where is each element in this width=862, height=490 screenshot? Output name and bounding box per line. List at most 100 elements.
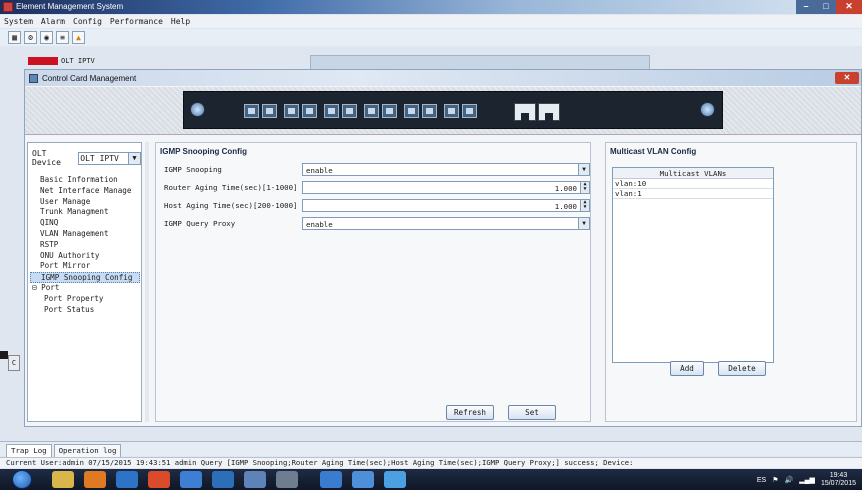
port-icon[interactable] — [382, 104, 397, 118]
volume-icon[interactable]: 🔊 — [785, 476, 794, 484]
nav-item[interactable]: Net Interface Manage — [30, 186, 140, 197]
delete-button[interactable]: Delete — [718, 361, 766, 376]
port-icon[interactable] — [342, 104, 357, 118]
nav-item-label: Port — [41, 282, 60, 292]
app-icon[interactable] — [352, 471, 374, 488]
app-icon[interactable] — [320, 471, 342, 488]
router-aging-row: Router Aging Time(sec)[1-1000] 1.000 ▲ ▼ — [162, 181, 590, 194]
device-combobox[interactable]: OLT IPTV ▼ — [78, 151, 141, 165]
file-explorer-icon[interactable] — [52, 471, 74, 488]
router-aging-label: Router Aging Time(sec)[1-1000] — [164, 183, 298, 192]
table-row[interactable]: vlan:1 — [613, 189, 773, 199]
chevron-down-icon[interactable]: ▼ — [128, 152, 140, 164]
nav-item[interactable]: User Manage — [30, 197, 140, 208]
port-icon[interactable] — [422, 104, 437, 118]
maximize-button[interactable]: □ — [816, 0, 836, 14]
nav-item[interactable]: ONU Authority — [30, 251, 140, 262]
collapse-icon[interactable]: ⊟ — [32, 283, 41, 292]
nav-item[interactable]: Basic Information — [30, 175, 140, 186]
app-icon[interactable] — [180, 471, 202, 488]
nav-item[interactable]: Port Property — [30, 294, 140, 305]
ethernet-port-icon[interactable] — [538, 103, 560, 121]
nav-group[interactable]: ⊟ Port — [30, 283, 140, 294]
port-icon[interactable] — [262, 104, 277, 118]
port-icon[interactable] — [284, 104, 299, 118]
multicast-vlans-column-header[interactable]: Multicast VLANs — [613, 168, 773, 179]
port-icon[interactable] — [324, 104, 339, 118]
igmp-query-proxy-value: enable — [306, 220, 333, 229]
igmp-snooping-select[interactable]: enable ▼ — [302, 163, 590, 176]
status-bar: Current User:admin 07/15/2015 19:43:51 a… — [0, 457, 862, 468]
language-indicator[interactable]: ES — [757, 477, 766, 484]
port-icon[interactable] — [364, 104, 379, 118]
menu-system[interactable]: System — [4, 15, 33, 28]
device-status-marker — [28, 57, 58, 65]
port-icon[interactable] — [244, 104, 259, 118]
system-tray: ES ⚑ 🔊 ▂▄▆ 19:43 15/07/2015 — [757, 472, 856, 488]
chevron-down-icon[interactable]: ▼ — [578, 164, 589, 175]
tree-icon[interactable]: ⚙ — [24, 31, 37, 44]
nav-item[interactable]: QINQ — [30, 218, 140, 229]
port-icon[interactable] — [302, 104, 317, 118]
nav-tree: Basic Information Net Interface Manage Use… — [30, 175, 140, 315]
app-icon[interactable] — [276, 471, 298, 488]
menu-help[interactable]: Help — [171, 15, 190, 28]
start-button[interactable] — [12, 470, 32, 489]
router-aging-spinner[interactable]: 1.000 ▲ ▼ — [302, 181, 590, 194]
router-aging-value: 1.000 — [554, 184, 577, 193]
app-icon[interactable] — [244, 471, 266, 488]
alarm-status-icon[interactable]: ◉ — [40, 31, 53, 44]
minimize-button[interactable]: – — [796, 0, 816, 14]
nav-item[interactable]: RSTP — [30, 240, 140, 251]
spinner-arrows-icon[interactable]: ▲ ▼ — [580, 200, 589, 211]
nav-item[interactable]: Trunk Managment — [30, 207, 140, 218]
network-icon[interactable]: ▂▄▆ — [799, 476, 815, 484]
window-title-bar: Element Management System – □ ✕ — [0, 0, 862, 14]
close-button[interactable]: ✕ — [836, 0, 862, 14]
collapse-marker-icon[interactable] — [0, 351, 8, 359]
igmp-query-proxy-select[interactable]: enable ▼ — [302, 217, 590, 230]
clock[interactable]: 19:43 15/07/2015 — [821, 472, 856, 488]
side-tool-button[interactable]: C — [8, 355, 20, 371]
firefox-icon[interactable] — [84, 471, 106, 488]
menu-config[interactable]: Config — [73, 15, 102, 28]
panel-splitter[interactable] — [145, 142, 149, 422]
set-button[interactable]: Set — [508, 405, 556, 420]
topology-icon[interactable]: ▦ — [8, 31, 21, 44]
refresh-button[interactable]: Refresh — [446, 405, 494, 420]
dialog-title-bar: Control Card Management ✕ — [25, 70, 861, 86]
host-aging-value: 1.000 — [554, 202, 577, 211]
port-icon[interactable] — [404, 104, 419, 118]
nav-item[interactable]: Port Mirror — [30, 261, 140, 272]
internet-explorer-icon[interactable] — [116, 471, 138, 488]
warning-icon[interactable]: ▲ — [72, 31, 85, 44]
host-aging-spinner[interactable]: 1.000 ▲ ▼ — [302, 199, 590, 212]
add-button[interactable]: Add — [670, 361, 704, 376]
menu-alarm[interactable]: Alarm — [41, 15, 65, 28]
flag-icon[interactable]: ⚑ — [772, 476, 778, 484]
nav-item-label: RSTP — [40, 239, 59, 249]
spinner-arrows-icon[interactable]: ▲ ▼ — [580, 182, 589, 193]
chevron-down-icon[interactable]: ▼ — [578, 218, 589, 229]
nav-item-label: Port Property — [44, 293, 104, 303]
control-card-dialog: Control Card Management ✕ OLT Device OLT… — [24, 69, 862, 427]
background-tree-node[interactable]: OLT IPTV — [28, 57, 308, 69]
dialog-close-button[interactable]: ✕ — [835, 72, 859, 84]
menu-performance[interactable]: Performance — [110, 15, 163, 28]
screw-icon — [700, 102, 715, 117]
chrome-icon[interactable] — [148, 471, 170, 488]
tab-trap-log[interactable]: Trap Log — [6, 444, 52, 457]
table-row[interactable]: vlan:10 — [613, 179, 773, 189]
tab-operation-log[interactable]: Operation log — [53, 444, 122, 457]
app-icon[interactable] — [384, 471, 406, 488]
nav-item[interactable]: VLAN Management — [30, 229, 140, 240]
list-icon[interactable]: ≡ — [56, 31, 69, 44]
port-icon[interactable] — [462, 104, 477, 118]
ethernet-port-icon[interactable] — [514, 103, 536, 121]
port-icon[interactable] — [444, 104, 459, 118]
nav-item[interactable]: Port Status — [30, 305, 140, 316]
left-navigation-panel: OLT Device OLT IPTV ▼ Basic Information N… — [27, 142, 142, 422]
app-icon[interactable] — [212, 471, 234, 488]
nav-item[interactable]: IGMP Snooping Config — [30, 272, 140, 283]
dialog-icon — [29, 73, 38, 83]
